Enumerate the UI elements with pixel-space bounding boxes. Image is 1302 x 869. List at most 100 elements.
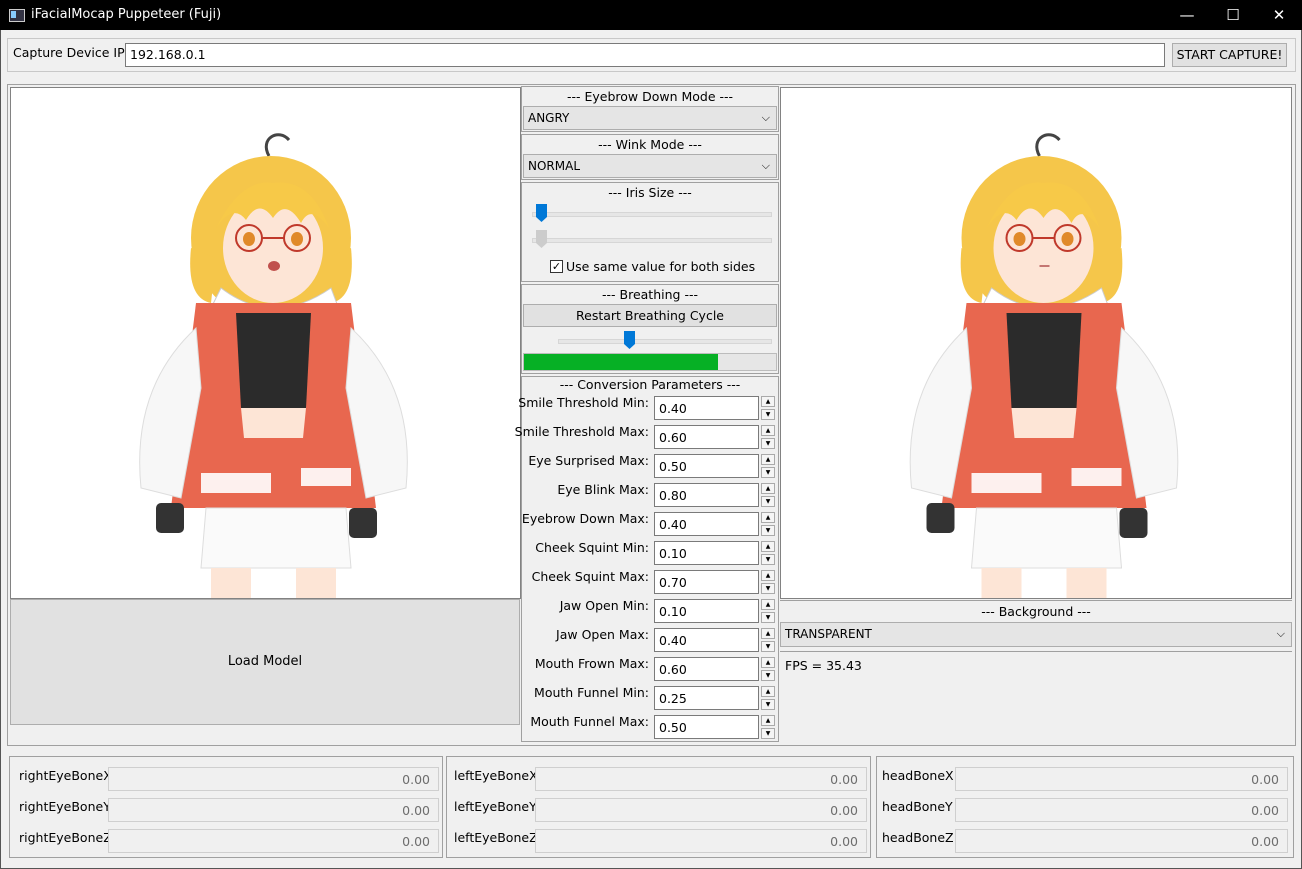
param-input-jaw-open-max[interactable]: 0.40 (654, 628, 759, 652)
param-input-smile-threshold-min[interactable]: 0.40 (654, 396, 759, 420)
spin-up-icon[interactable]: ▲ (761, 541, 775, 552)
param-label-mouth-funnel-max: Mouth Funnel Max: (530, 714, 649, 729)
param-spinner[interactable]: ▲ ▼ (761, 512, 775, 536)
iris-slider-right-track (532, 238, 772, 243)
spin-up-icon[interactable]: ▲ (761, 425, 775, 436)
spin-down-icon[interactable]: ▼ (761, 525, 775, 536)
bone-label-right-y: rightEyeBoneY (19, 799, 111, 814)
app-icon (9, 9, 25, 22)
restart-breathing-button[interactable]: Restart Breathing Cycle (523, 304, 777, 327)
bone-label-right-z: rightEyeBoneZ (19, 830, 112, 845)
capture-ip-input[interactable]: 192.168.0.1 (125, 43, 1165, 67)
param-spinner[interactable]: ▲ ▼ (761, 657, 775, 681)
output-character-image (909, 133, 1179, 598)
spin-up-icon[interactable]: ▲ (761, 686, 775, 697)
param-spinner[interactable]: ▲ ▼ (761, 454, 775, 478)
bone-value-right-x: 0.00 (108, 767, 439, 791)
spin-down-icon[interactable]: ▼ (761, 554, 775, 565)
chevron-down-icon: ⌵ (761, 159, 770, 172)
load-model-button[interactable]: Load Model (10, 599, 520, 725)
spin-down-icon[interactable]: ▼ (761, 641, 775, 652)
param-label-cheek-squint-max: Cheek Squint Max: (531, 569, 649, 584)
param-label-eye-surprised-max: Eye Surprised Max: (528, 453, 649, 468)
param-spinner[interactable]: ▲ ▼ (761, 570, 775, 594)
chevron-down-icon: ⌵ (761, 111, 770, 124)
spin-up-icon[interactable]: ▲ (761, 512, 775, 523)
param-input-mouth-funnel-max[interactable]: 0.50 (654, 715, 759, 739)
param-input-eye-blink-max[interactable]: 0.80 (654, 483, 759, 507)
param-input-jaw-open-min[interactable]: 0.10 (654, 599, 759, 623)
spin-down-icon[interactable]: ▼ (761, 612, 775, 623)
param-label-mouth-funnel-min: Mouth Funnel Min: (534, 685, 649, 700)
bone-label-left-x: leftEyeBoneX (454, 768, 538, 783)
param-spinner[interactable]: ▲ ▼ (761, 396, 775, 420)
spin-up-icon[interactable]: ▲ (761, 657, 775, 668)
eyebrow-section: --- Eyebrow Down Mode --- ANGRY ⌵ (521, 86, 779, 132)
spin-down-icon[interactable]: ▼ (761, 583, 775, 594)
start-capture-button[interactable]: START CAPTURE! (1172, 43, 1287, 67)
close-button[interactable]: ✕ (1256, 0, 1302, 30)
param-input-smile-threshold-max[interactable]: 0.60 (654, 425, 759, 449)
bone-label-left-z: leftEyeBoneZ (454, 830, 538, 845)
spin-up-icon[interactable]: ▲ (761, 715, 775, 726)
bone-label-head-y: headBoneY (882, 799, 953, 814)
param-input-cheek-squint-max[interactable]: 0.70 (654, 570, 759, 594)
wink-mode-select[interactable]: NORMAL ⌵ (523, 154, 777, 178)
param-input-cheek-squint-min[interactable]: 0.10 (654, 541, 759, 565)
background-header: --- Background --- (981, 604, 1091, 619)
param-input-mouth-frown-max[interactable]: 0.60 (654, 657, 759, 681)
control-column: --- Eyebrow Down Mode --- ANGRY ⌵ --- Wi… (515, 86, 779, 742)
breathing-slider[interactable] (623, 331, 635, 349)
spin-up-icon[interactable]: ▲ (761, 483, 775, 494)
conversion-header: --- Conversion Parameters --- (559, 377, 741, 392)
bone-value-head-y: 0.00 (955, 798, 1288, 822)
param-spinner[interactable]: ▲ ▼ (761, 425, 775, 449)
param-spinner[interactable]: ▲ ▼ (761, 628, 775, 652)
eyebrow-mode-value: ANGRY (528, 111, 570, 125)
capture-bar: Capture Device IP: 192.168.0.1 START CAP… (7, 38, 1296, 72)
capture-ip-label: Capture Device IP: (13, 45, 129, 60)
minimize-button[interactable]: — (1164, 0, 1210, 30)
param-spinner[interactable]: ▲ ▼ (761, 686, 775, 710)
spin-down-icon[interactable]: ▼ (761, 496, 775, 507)
param-label-mouth-frown-max: Mouth Frown Max: (534, 656, 649, 671)
spin-down-icon[interactable]: ▼ (761, 728, 775, 739)
param-label-eyebrow-down-max: Eyebrow Down Max: (521, 511, 649, 526)
spin-down-icon[interactable]: ▼ (761, 409, 775, 420)
bone-value-right-z: 0.00 (108, 829, 439, 853)
param-input-eyebrow-down-max[interactable]: 0.40 (654, 512, 759, 536)
param-label-smile-threshold-min: Smile Threshold Min: (518, 395, 649, 410)
conversion-section: --- Conversion Parameters --- Smile Thre… (515, 376, 779, 742)
breathing-progress-bar (523, 353, 777, 371)
maximize-button[interactable]: ☐ (1210, 0, 1256, 30)
param-spinner[interactable]: ▲ ▼ (761, 599, 775, 623)
spin-down-icon[interactable]: ▼ (761, 699, 775, 710)
spin-up-icon[interactable]: ▲ (761, 570, 775, 581)
eyebrow-mode-select[interactable]: ANGRY ⌵ (523, 106, 777, 130)
param-spinner[interactable]: ▲ ▼ (761, 483, 775, 507)
spin-down-icon[interactable]: ▼ (761, 670, 775, 681)
spin-up-icon[interactable]: ▲ (761, 396, 775, 407)
left-eye-bones-panel: leftEyeBoneX 0.00 leftEyeBoneY 0.00 left… (446, 756, 871, 858)
same-value-label: Use same value for both sides (566, 259, 756, 274)
spin-down-icon[interactable]: ▼ (761, 467, 775, 478)
param-spinner[interactable]: ▲ ▼ (761, 541, 775, 565)
param-input-eye-surprised-max[interactable]: 0.50 (654, 454, 759, 478)
bone-value-head-x: 0.00 (955, 767, 1288, 791)
iris-slider-right[interactable] (535, 230, 547, 248)
spin-down-icon[interactable]: ▼ (761, 438, 775, 449)
background-value: TRANSPARENT (785, 627, 872, 641)
wink-mode-value: NORMAL (528, 159, 581, 173)
iris-slider-left[interactable] (535, 204, 547, 222)
background-select[interactable]: TRANSPARENT ⌵ (780, 622, 1292, 647)
same-value-checkbox[interactable]: ✓ (550, 260, 563, 273)
spin-up-icon[interactable]: ▲ (761, 599, 775, 610)
param-label-jaw-open-min: Jaw Open Min: (559, 598, 649, 613)
output-image-panel (780, 87, 1292, 599)
param-label-cheek-squint-min: Cheek Squint Min: (535, 540, 649, 555)
background-section: --- Background --- TRANSPARENT ⌵ (780, 600, 1292, 652)
param-spinner[interactable]: ▲ ▼ (761, 715, 775, 739)
spin-up-icon[interactable]: ▲ (761, 628, 775, 639)
spin-up-icon[interactable]: ▲ (761, 454, 775, 465)
param-input-mouth-funnel-min[interactable]: 0.25 (654, 686, 759, 710)
